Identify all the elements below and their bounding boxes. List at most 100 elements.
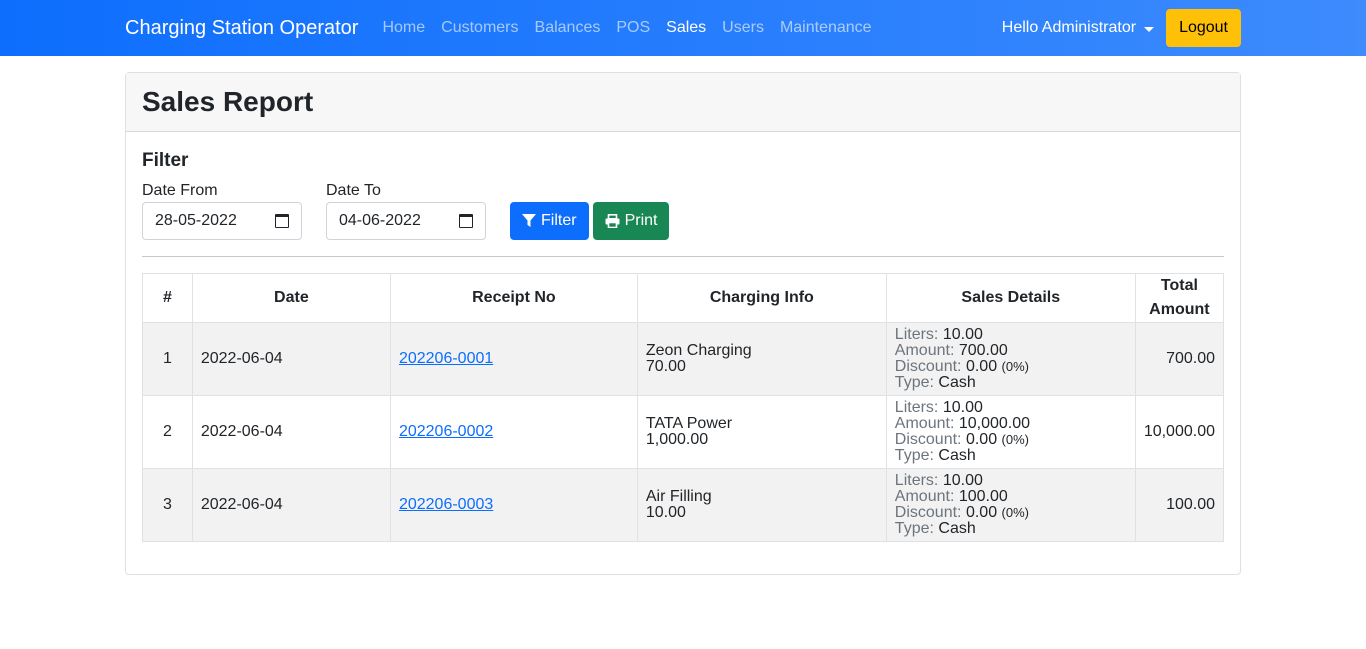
discount-percent: (0%) <box>1001 359 1029 374</box>
table-row: 1 2022-06-04 202206-0001 Zeon Charging 7… <box>142 322 1225 396</box>
row-date: 2022-06-04 <box>191 468 391 542</box>
navbar: Charging Station Operator Home Customers… <box>0 0 1366 56</box>
charging-price: 70.00 <box>645 358 686 375</box>
type-label: Type: <box>894 447 934 464</box>
discount-label: Discount: <box>894 431 962 448</box>
amount-label: Amount: <box>894 342 955 359</box>
date-to-input[interactable]: 04-06-2022 <box>326 202 486 240</box>
print-button[interactable]: Print <box>592 202 670 240</box>
row-receipt-cell: 202206-0003 <box>389 468 638 542</box>
discount-value: 0.00 <box>965 358 998 375</box>
sales-table: # Date Receipt No Charging Info Sales De… <box>142 273 1225 542</box>
col-header-charging-info: Charging Info <box>636 273 887 323</box>
liters-value: 10.00 <box>942 326 983 343</box>
row-sales-details: Liters: 10.00 Amount: 10,000.00 Discount… <box>885 395 1136 469</box>
row-total: 100.00 <box>1134 468 1225 542</box>
row-date: 2022-06-04 <box>191 395 391 469</box>
table-row: 2 2022-06-04 202206-0002 TATA Power 1,00… <box>142 395 1225 469</box>
row-charging-info: Zeon Charging 70.00 <box>636 322 887 396</box>
date-to-group: Date To 04-06-2022 <box>326 182 486 240</box>
liters-label: Liters: <box>894 399 939 416</box>
discount-label: Discount: <box>894 504 962 521</box>
filter-button-label: Filter <box>541 212 577 229</box>
col-header-num: # <box>142 273 193 323</box>
row-receipt-cell: 202206-0001 <box>389 322 638 396</box>
brand-title[interactable]: Charging Station Operator <box>125 17 358 40</box>
date-from-input[interactable]: 28-05-2022 <box>142 202 302 240</box>
discount-label: Discount: <box>894 358 962 375</box>
row-num: 3 <box>142 468 193 542</box>
discount-percent: (0%) <box>1001 432 1029 447</box>
nav-link-customers[interactable]: Customers <box>433 19 526 37</box>
row-num: 2 <box>142 395 193 469</box>
date-from-value: 28-05-2022 <box>155 212 237 229</box>
row-sales-details: Liters: 10.00 Amount: 700.00 Discount: 0… <box>885 322 1136 396</box>
filter-icon <box>522 214 536 227</box>
liters-value: 10.00 <box>942 472 983 489</box>
row-receipt-cell: 202206-0002 <box>389 395 638 469</box>
printer-icon <box>605 214 620 228</box>
receipt-link[interactable]: 202206-0001 <box>399 350 493 367</box>
calendar-icon[interactable] <box>459 214 473 228</box>
col-header-date: Date <box>191 273 391 323</box>
nav-link-balances[interactable]: Balances <box>527 19 609 37</box>
nav-link-pos[interactable]: POS <box>608 19 658 37</box>
nav-link-home[interactable]: Home <box>374 19 433 37</box>
filter-row: Date From 28-05-2022 Date To 04-06-2022 … <box>142 182 1224 240</box>
row-total: 10,000.00 <box>1134 395 1225 469</box>
amount-label: Amount: <box>894 488 955 505</box>
type-value: Cash <box>938 520 976 537</box>
user-greeting: Hello Administrator <box>1001 19 1137 36</box>
table-row: 3 2022-06-04 202206-0003 Air Filling 10.… <box>142 468 1225 542</box>
charging-price: 1,000.00 <box>645 431 709 448</box>
receipt-link[interactable]: 202206-0003 <box>399 496 493 513</box>
table-header-row: # Date Receipt No Charging Info Sales De… <box>142 273 1225 323</box>
type-value: Cash <box>938 447 976 464</box>
charging-name: TATA Power <box>645 415 733 432</box>
type-label: Type: <box>894 374 934 391</box>
sales-report-card: Sales Report Filter Date From 28-05-2022… <box>125 72 1241 575</box>
filter-title: Filter <box>142 150 189 171</box>
liters-label: Liters: <box>894 472 939 489</box>
row-date: 2022-06-04 <box>191 322 391 396</box>
card-header: Sales Report <box>126 73 1240 132</box>
amount-value: 10,000.00 <box>958 415 1031 432</box>
page-title: Sales Report <box>142 86 314 117</box>
type-label: Type: <box>894 520 934 537</box>
row-num: 1 <box>142 322 193 396</box>
liters-value: 10.00 <box>942 399 983 416</box>
charging-name: Air Filling <box>645 488 712 505</box>
charging-price: 10.00 <box>645 504 686 521</box>
user-dropdown[interactable]: Hello Administrator <box>1001 19 1155 37</box>
discount-percent: (0%) <box>1001 505 1029 520</box>
date-from-label: Date From <box>142 182 218 199</box>
date-to-value: 04-06-2022 <box>339 212 421 229</box>
card-body: Filter Date From 28-05-2022 Date To 04-0… <box>126 132 1240 574</box>
date-from-group: Date From 28-05-2022 <box>142 182 302 240</box>
col-header-total-amount: Total Amount <box>1134 273 1225 323</box>
type-value: Cash <box>938 374 976 391</box>
row-charging-info: Air Filling 10.00 <box>636 468 887 542</box>
nav-link-sales[interactable]: Sales <box>658 19 714 37</box>
amount-value: 100.00 <box>958 488 1008 505</box>
amount-label: Amount: <box>894 415 955 432</box>
col-header-receipt: Receipt No <box>389 273 638 323</box>
caret-down-icon <box>1144 26 1155 32</box>
date-to-label: Date To <box>326 182 381 199</box>
row-sales-details: Liters: 10.00 Amount: 100.00 Discount: 0… <box>885 468 1136 542</box>
charging-name: Zeon Charging <box>645 342 752 359</box>
col-header-sales-details: Sales Details <box>885 273 1136 323</box>
nav-link-maintenance[interactable]: Maintenance <box>772 19 880 37</box>
divider <box>142 256 1224 257</box>
filter-button[interactable]: Filter <box>510 202 589 240</box>
receipt-link[interactable]: 202206-0002 <box>399 423 493 440</box>
liters-label: Liters: <box>894 326 939 343</box>
print-button-label: Print <box>624 212 658 229</box>
calendar-icon[interactable] <box>275 214 289 228</box>
discount-value: 0.00 <box>965 431 998 448</box>
row-total: 700.00 <box>1134 322 1225 396</box>
nav-link-users[interactable]: Users <box>714 19 772 37</box>
amount-value: 700.00 <box>958 342 1008 359</box>
row-charging-info: TATA Power 1,000.00 <box>636 395 887 469</box>
logout-button[interactable]: Logout <box>1166 9 1241 47</box>
